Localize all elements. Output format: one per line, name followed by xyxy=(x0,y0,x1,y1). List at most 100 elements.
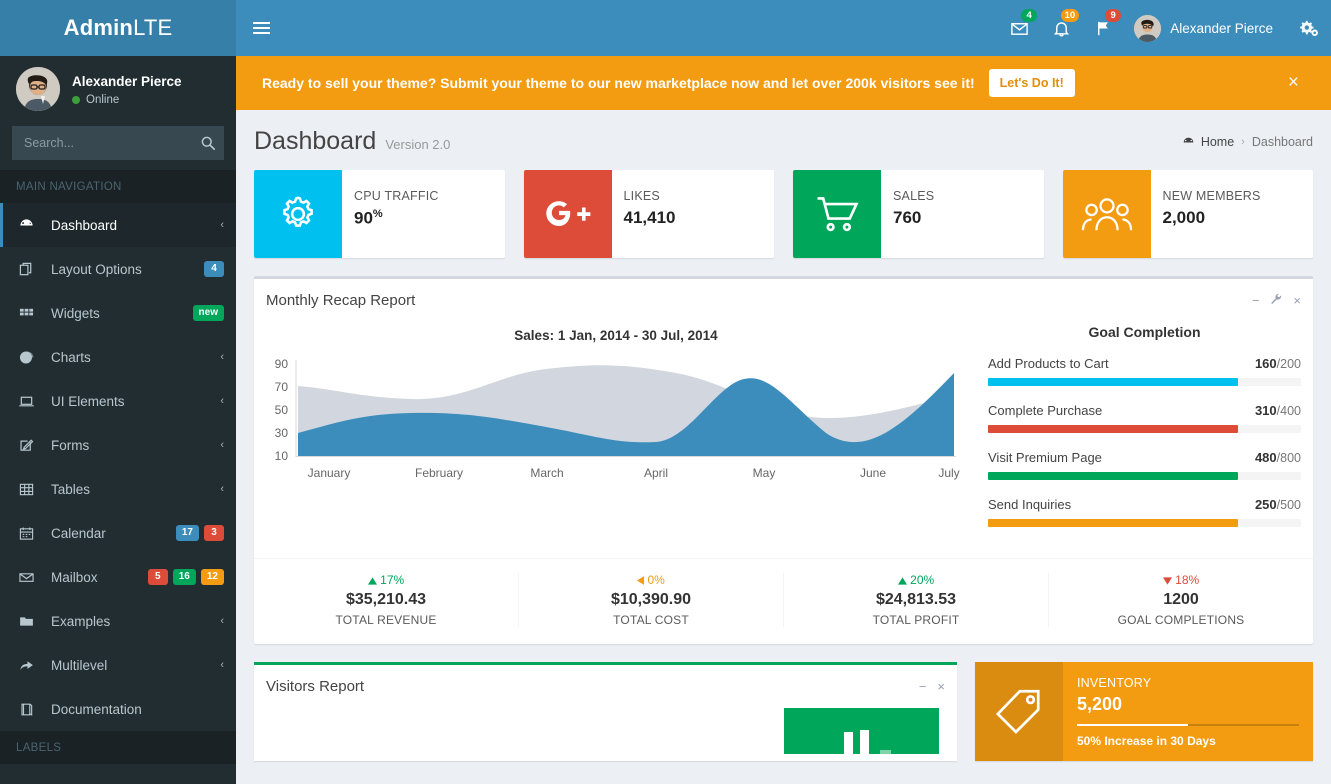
breadcrumb-home-link[interactable]: Home xyxy=(1182,135,1234,149)
laptop-icon xyxy=(19,394,43,409)
info-box-icon xyxy=(254,170,342,258)
info-box-cpu-traffic[interactable]: CPU TRAFFIC 90% xyxy=(254,170,505,258)
stat-total-cost: 0% $10,390.90 TOTAL COST xyxy=(519,573,784,627)
notifications-menu-button[interactable]: 10 xyxy=(1040,0,1082,56)
notifications-badge: 10 xyxy=(1061,9,1080,22)
gear-icon xyxy=(1300,19,1319,38)
avatar-image xyxy=(1134,15,1161,42)
sidebar-item-layout-options[interactable]: Layout Options 4 xyxy=(0,247,236,291)
info-box-icon xyxy=(793,170,881,258)
sidebar-item-multilevel[interactable]: Multilevel ‹ xyxy=(0,643,236,687)
goal-progress-track xyxy=(988,472,1301,480)
tasks-badge: 9 xyxy=(1105,9,1121,22)
info-box-sales[interactable]: SALES 760 xyxy=(793,170,1044,258)
users-icon xyxy=(1081,194,1133,234)
messages-menu-button[interactable]: 4 xyxy=(998,0,1040,56)
badge: 5 xyxy=(148,569,168,585)
sidebar-item-label: Calendar xyxy=(51,526,176,541)
chart-title: Sales: 1 Jan, 2014 - 30 Jul, 2014 xyxy=(266,322,966,355)
content-area: Dashboard Version 2.0 Home › Dashboard xyxy=(236,110,1331,784)
goal-value: 250/500 xyxy=(1255,497,1301,512)
goal-total: /500 xyxy=(1277,498,1301,512)
stat-caption: GOAL COMPLETIONS xyxy=(1049,613,1313,627)
info-box-content: NEW MEMBERS 2,000 xyxy=(1151,170,1261,258)
tasks-menu-button[interactable]: 9 xyxy=(1082,0,1124,56)
info-box-new-members[interactable]: NEW MEMBERS 2,000 xyxy=(1063,170,1314,258)
caret-up-icon xyxy=(898,577,907,585)
x-tick-label: March xyxy=(530,466,563,480)
goal-visit-premium-page: Visit Premium Page 480/800 xyxy=(988,450,1301,480)
stat-delta-value: 18% xyxy=(1175,573,1199,587)
sidebar-item-widgets[interactable]: Widgets new xyxy=(0,291,236,335)
user-panel-status: Online xyxy=(72,94,182,106)
sidebar-item-documentation[interactable]: Documentation xyxy=(0,687,236,731)
brand-light: LTE xyxy=(133,15,172,41)
control-sidebar-toggle-button[interactable] xyxy=(1287,0,1331,56)
goal-total: /200 xyxy=(1277,357,1301,371)
sidebar-item-tables[interactable]: Tables ‹ xyxy=(0,467,236,511)
sidebar-item-charts[interactable]: Charts ‹ xyxy=(0,335,236,379)
minimize-icon[interactable]: − xyxy=(919,679,927,694)
info-box-likes[interactable]: LIKES 41,410 xyxy=(524,170,775,258)
info-boxes-row: CPU TRAFFIC 90% LIKES 41,410 xyxy=(254,170,1313,258)
sidebar-item-mailbox[interactable]: Mailbox 5 16 12 xyxy=(0,555,236,599)
goal-header: Add Products to Cart 160/200 xyxy=(988,356,1301,371)
y-tick-label: 70 xyxy=(275,380,289,394)
info-box-content: CPU TRAFFIC 90% xyxy=(342,170,439,258)
navbar-right: 4 10 9 xyxy=(998,0,1331,56)
alert-cta-button[interactable]: Let's Do It! xyxy=(989,69,1075,97)
sidebar-item-examples[interactable]: Examples ‹ xyxy=(0,599,236,643)
gear-icon xyxy=(276,192,320,236)
sidebar-item-ui-elements[interactable]: UI Elements ‹ xyxy=(0,379,236,423)
brand-logo[interactable]: AdminLTE xyxy=(0,0,236,56)
stat-total-profit: 20% $24,813.53 TOTAL PROFIT xyxy=(784,573,1049,627)
sidebar-item-calendar[interactable]: Calendar 17 3 xyxy=(0,511,236,555)
x-tick-label: July xyxy=(938,466,959,480)
info-box-text: CPU TRAFFIC xyxy=(354,189,439,203)
inventory-box[interactable]: INVENTORY 5,200 50% Increase in 30 Days xyxy=(975,662,1313,761)
sidebar-item-dashboard[interactable]: Dashboard ‹ xyxy=(0,203,236,247)
minimize-icon[interactable]: − xyxy=(1252,293,1260,308)
goal-label: Send Inquiries xyxy=(988,497,1071,512)
goal-label: Complete Purchase xyxy=(988,403,1102,418)
goal-current: 250 xyxy=(1255,497,1277,512)
goal-progress-track xyxy=(988,425,1301,433)
calendar-icon xyxy=(19,526,43,541)
badge: 3 xyxy=(204,525,224,541)
tag-icon xyxy=(994,687,1044,737)
goal-header: Send Inquiries 250/500 xyxy=(988,497,1301,512)
badge: 4 xyxy=(204,261,224,277)
folder-icon xyxy=(19,614,43,629)
search-button[interactable] xyxy=(192,126,224,160)
alert-close-button[interactable]: × xyxy=(1288,72,1311,94)
dashboard-icon xyxy=(1182,136,1195,149)
stat-delta-value: 17% xyxy=(380,573,404,587)
stat-value: $24,813.53 xyxy=(784,591,1048,609)
sidebar-item-badges: 17 3 xyxy=(176,525,224,541)
chart-column: Sales: 1 Jan, 2014 - 30 Jul, 2014 90 70 … xyxy=(266,322,966,544)
widgets-icon xyxy=(19,306,43,321)
stat-value: 1200 xyxy=(1049,591,1313,609)
alert-message: Ready to sell your theme? Submit your th… xyxy=(262,75,975,91)
user-menu-button[interactable]: Alexander Pierce xyxy=(1124,0,1287,56)
close-icon[interactable]: × xyxy=(937,679,945,694)
stat-value: $10,390.90 xyxy=(519,591,783,609)
dashboard-icon xyxy=(19,218,43,233)
brand-bold: Admin xyxy=(64,15,133,41)
sidebar-item-forms[interactable]: Forms ‹ xyxy=(0,423,236,467)
stat-value: $35,210.43 xyxy=(254,591,518,609)
user-panel[interactable]: Alexander Pierce Online xyxy=(0,56,236,122)
goal-value: 160/200 xyxy=(1255,356,1301,371)
close-icon[interactable]: × xyxy=(1293,293,1301,308)
sidebar-toggle-button[interactable] xyxy=(236,0,286,56)
shopping-cart-icon xyxy=(814,192,860,236)
box-title: Visitors Report xyxy=(266,678,364,695)
x-tick-label: January xyxy=(308,466,351,480)
info-box-number: 90% xyxy=(354,208,439,229)
goal-current: 480 xyxy=(1255,450,1277,465)
visitors-chart-area xyxy=(254,708,957,754)
inventory-progress-fill xyxy=(1077,724,1188,726)
stat-caption: TOTAL REVENUE xyxy=(254,613,518,627)
wrench-icon[interactable] xyxy=(1270,293,1282,308)
goal-current: 160 xyxy=(1255,356,1277,371)
